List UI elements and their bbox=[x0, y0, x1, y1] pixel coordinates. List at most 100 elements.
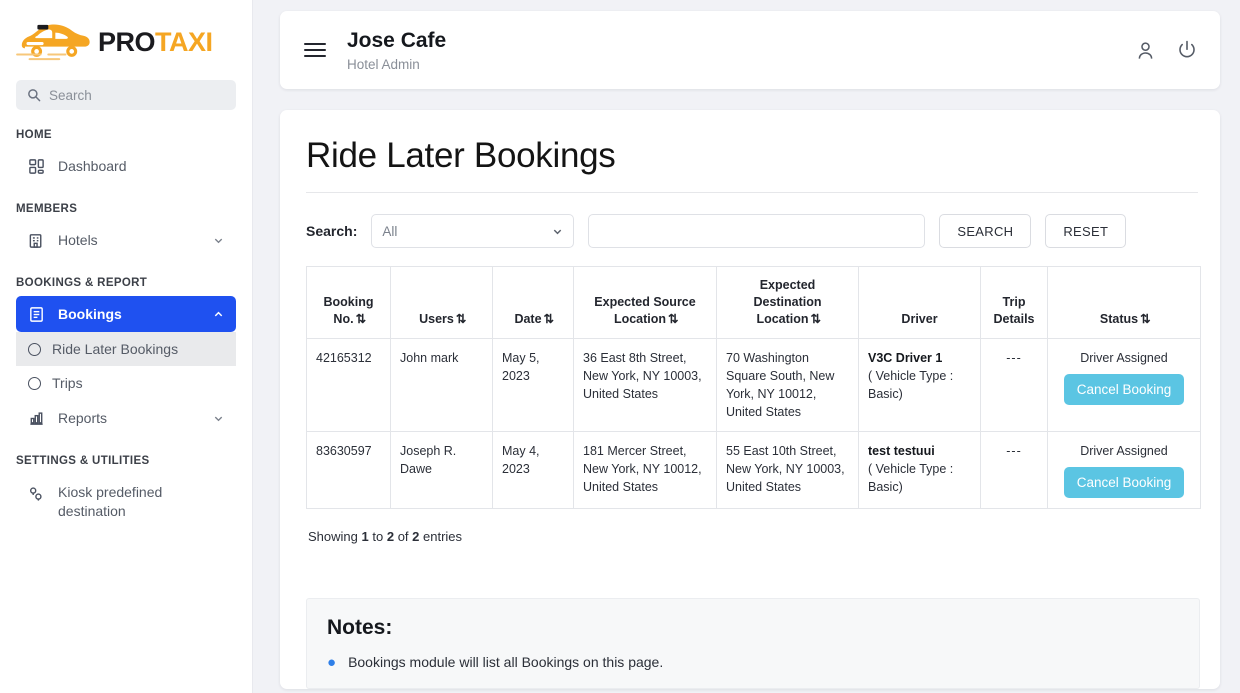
cell-destination-location: 70 Washington Square South, New York, NY… bbox=[717, 338, 859, 432]
sidebar-item-trips-label: Trips bbox=[52, 375, 83, 391]
sidebar-item-dashboard-label: Dashboard bbox=[58, 158, 127, 174]
hamburger-menu-icon[interactable] bbox=[304, 43, 326, 58]
reset-button[interactable]: RESET bbox=[1045, 214, 1126, 248]
brand-wordmark: PROTAXI bbox=[98, 29, 213, 56]
notes-heading: Notes: bbox=[327, 616, 1179, 640]
cell-user: John mark bbox=[391, 338, 493, 432]
status-text: Driver Assigned bbox=[1057, 349, 1191, 367]
user-account-icon[interactable] bbox=[1135, 40, 1156, 61]
search-toolbar: Search: All SEARCH RESET bbox=[306, 193, 1198, 266]
sidebar-item-ride-later-bookings[interactable]: Ride Later Bookings bbox=[16, 332, 236, 366]
column-header-driver: Driver bbox=[859, 267, 981, 339]
column-label: Trip Details bbox=[994, 295, 1035, 326]
search-icon bbox=[27, 88, 41, 102]
sort-icon: ⇅ bbox=[811, 311, 819, 328]
search-filter-select[interactable]: All bbox=[371, 214, 574, 248]
cancel-booking-button[interactable]: Cancel Booking bbox=[1064, 467, 1185, 498]
column-header-expected-destination-location[interactable]: Expected Destination Location⇅ bbox=[717, 267, 859, 339]
cell-destination-location: 55 East 10th Street, New York, NY 10003,… bbox=[717, 432, 859, 509]
status-text: Driver Assigned bbox=[1057, 442, 1191, 460]
column-header-date[interactable]: Date⇅ bbox=[493, 267, 574, 339]
cell-booking-no: 83630597 bbox=[307, 432, 391, 509]
table-row: 42165312 John mark May 5, 2023 36 East 8… bbox=[307, 338, 1201, 432]
power-logout-icon[interactable] bbox=[1176, 39, 1198, 61]
search-button[interactable]: SEARCH bbox=[939, 214, 1031, 248]
circle-bullet-icon bbox=[28, 343, 41, 356]
showing-to: 2 bbox=[387, 529, 394, 544]
sidebar-search[interactable]: Search bbox=[16, 80, 236, 110]
sort-icon: ⇅ bbox=[668, 311, 676, 328]
table-head: Booking No.⇅ Users⇅ Date⇅ Expected Sourc… bbox=[307, 267, 1201, 339]
header-titles: Jose Cafe Hotel Admin bbox=[347, 28, 446, 71]
notes-list-item: ● Bookings module will list all Bookings… bbox=[327, 654, 1179, 670]
column-header-status[interactable]: Status⇅ bbox=[1048, 267, 1201, 339]
circle-bullet-icon bbox=[28, 377, 41, 390]
cell-driver: test testuui ( Vehicle Type : Basic) bbox=[859, 432, 981, 509]
showing-total: 2 bbox=[412, 529, 419, 544]
sidebar-item-ride-later-label: Ride Later Bookings bbox=[52, 341, 178, 357]
cell-source-location: 181 Mercer Street, New York, NY 10012, U… bbox=[574, 432, 717, 509]
brand-pro: PRO bbox=[98, 27, 155, 57]
column-header-users[interactable]: Users⇅ bbox=[391, 267, 493, 339]
header-actions bbox=[1135, 39, 1198, 61]
sidebar-item-kiosk-predefined-destination[interactable]: Kiosk predefined destination bbox=[16, 474, 236, 530]
sidebar-item-hotels[interactable]: Hotels bbox=[16, 222, 236, 258]
cell-status: Driver Assigned Cancel Booking bbox=[1048, 432, 1201, 509]
notes-panel: Notes: ● Bookings module will list all B… bbox=[306, 598, 1200, 689]
cell-trip-details: --- bbox=[981, 338, 1048, 432]
sidebar-item-bookings[interactable]: Bookings bbox=[16, 296, 236, 332]
nav-section-settings-utilities: SETTINGS & UTILITIES bbox=[0, 436, 252, 474]
showing-of-word: of bbox=[398, 529, 409, 544]
cancel-booking-button[interactable]: Cancel Booking bbox=[1064, 374, 1185, 405]
header-title: Jose Cafe bbox=[347, 28, 446, 53]
top-header-bar: Jose Cafe Hotel Admin bbox=[280, 11, 1220, 89]
driver-name: V3C Driver 1 bbox=[868, 349, 971, 367]
column-label: Status bbox=[1100, 312, 1138, 326]
sidebar-item-bookings-label: Bookings bbox=[58, 306, 122, 322]
showing-from: 1 bbox=[362, 529, 369, 544]
column-label: Date bbox=[514, 312, 541, 326]
sidebar-item-kiosk-label: Kiosk predefined destination bbox=[58, 483, 188, 521]
sidebar-item-reports[interactable]: Reports bbox=[16, 400, 236, 436]
table-body: 42165312 John mark May 5, 2023 36 East 8… bbox=[307, 338, 1201, 509]
table-row: 83630597 Joseph R. Dawe May 4, 2023 181 … bbox=[307, 432, 1201, 509]
column-label: Booking No. bbox=[324, 295, 374, 326]
content-card: Ride Later Bookings Search: All SEARCH R… bbox=[280, 110, 1220, 689]
bullet-icon: ● bbox=[327, 655, 336, 670]
main-area: Jose Cafe Hotel Admin Ride Later Booking… bbox=[253, 0, 1240, 693]
sort-icon: ⇅ bbox=[456, 311, 464, 328]
document-list-icon bbox=[27, 305, 45, 323]
sidebar-item-trips[interactable]: Trips bbox=[16, 366, 236, 400]
chevron-down-icon bbox=[552, 226, 563, 237]
bookings-table: Booking No.⇅ Users⇅ Date⇅ Expected Sourc… bbox=[306, 266, 1201, 509]
bar-chart-icon bbox=[27, 409, 45, 427]
chevron-down-icon bbox=[213, 413, 224, 424]
search-filter-selected-value: All bbox=[382, 224, 397, 239]
notes-item-text: Bookings module will list all Bookings o… bbox=[348, 654, 663, 670]
driver-vehicle-type: ( Vehicle Type : Basic) bbox=[868, 460, 971, 496]
column-header-booking-no[interactable]: Booking No.⇅ bbox=[307, 267, 391, 339]
brand-logo[interactable]: PROTAXI bbox=[0, 0, 252, 78]
header-subtitle: Hotel Admin bbox=[347, 57, 446, 72]
brand-taxi: TAXI bbox=[155, 27, 213, 57]
page-title: Ride Later Bookings bbox=[306, 136, 1198, 193]
chevron-down-icon bbox=[213, 235, 224, 246]
cell-trip-details: --- bbox=[981, 432, 1048, 509]
cell-date: May 5, 2023 bbox=[493, 338, 574, 432]
cell-status: Driver Assigned Cancel Booking bbox=[1048, 338, 1201, 432]
cell-booking-no: 42165312 bbox=[307, 338, 391, 432]
search-input[interactable] bbox=[588, 214, 925, 248]
sidebar: PROTAXI Search HOME Dashboard MEMBERS bbox=[0, 0, 253, 693]
cell-date: May 4, 2023 bbox=[493, 432, 574, 509]
column-label: Expected Source Location bbox=[594, 295, 695, 326]
sidebar-search-placeholder: Search bbox=[49, 88, 92, 103]
showing-to-word: to bbox=[372, 529, 383, 544]
building-icon bbox=[27, 231, 45, 249]
cell-driver: V3C Driver 1 ( Vehicle Type : Basic) bbox=[859, 338, 981, 432]
sidebar-item-reports-label: Reports bbox=[58, 410, 107, 426]
column-header-expected-source-location[interactable]: Expected Source Location⇅ bbox=[574, 267, 717, 339]
cell-source-location: 36 East 8th Street, New York, NY 10003, … bbox=[574, 338, 717, 432]
taxi-car-icon bbox=[14, 16, 92, 68]
dashboard-grid-icon bbox=[27, 157, 45, 175]
sidebar-item-dashboard[interactable]: Dashboard bbox=[16, 148, 236, 184]
